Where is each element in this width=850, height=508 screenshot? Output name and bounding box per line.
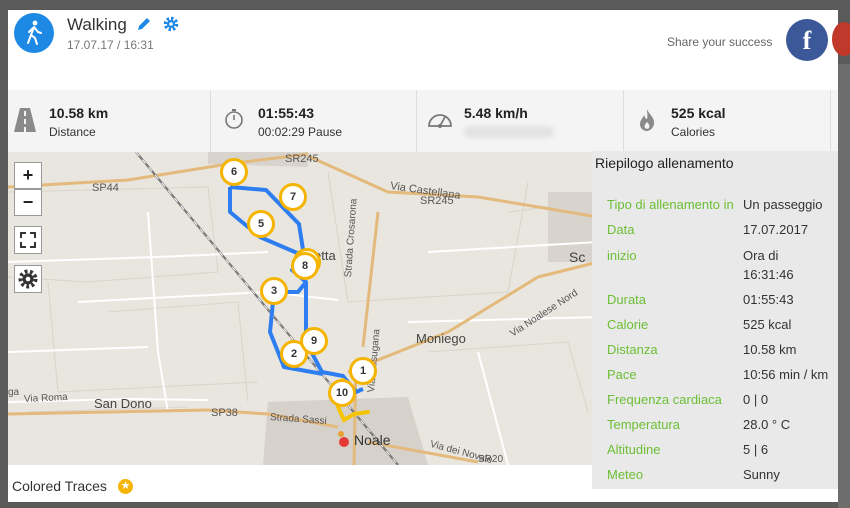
- summary-title: Riepilogo allenamento: [595, 155, 734, 171]
- summary-value: 28.0 ° C: [743, 417, 791, 432]
- route-marker-5[interactable]: 5: [247, 210, 275, 238]
- stat-calories: 525 kcal Calories: [623, 90, 831, 152]
- map-settings-gear-icon[interactable]: [14, 265, 42, 293]
- calories-value: 525 kcal: [671, 105, 726, 121]
- summary-key: Durata: [607, 292, 647, 307]
- zoom-in-button[interactable]: +: [14, 162, 42, 189]
- summary-value: Un passeggio: [743, 197, 823, 212]
- speedometer-icon: [427, 110, 453, 133]
- workout-card: Walking 17.07.17 / 16:31 Share your succ…: [8, 10, 838, 502]
- distance-label: Distance: [49, 125, 96, 139]
- route-marker-8[interactable]: 8: [291, 252, 319, 280]
- map-label-sp44: SP44: [92, 182, 119, 194]
- facebook-share-button[interactable]: f: [786, 19, 828, 61]
- walking-icon: [14, 13, 54, 53]
- route-marker-10[interactable]: 10: [328, 379, 356, 407]
- map-label-sp38: SP38: [211, 407, 238, 419]
- stopwatch-icon: [224, 108, 244, 135]
- summary-value: 10.58 km: [743, 342, 797, 357]
- route-marker-6[interactable]: 6: [220, 158, 248, 186]
- speed-value: 5.48 km/h: [464, 105, 528, 121]
- window-scrollbar[interactable]: [838, 64, 850, 508]
- blurred-speed-label: [464, 126, 554, 138]
- summary-value: 10:56 min / km: [743, 367, 829, 382]
- premium-star-icon: ★: [118, 479, 133, 494]
- map-label-noale: Noale: [354, 432, 391, 448]
- summary-key: Altitudine: [607, 442, 661, 457]
- partial-red-circle-icon: [832, 22, 850, 56]
- distance-value: 10.58 km: [49, 105, 109, 121]
- map-label-sr245-mid: SR245: [420, 195, 454, 207]
- colored-traces-label[interactable]: Colored Traces: [12, 478, 107, 494]
- edit-pencil-icon[interactable]: [136, 16, 152, 37]
- summary-value: Sunny: [743, 467, 780, 482]
- map-label-moniego: Moniego: [416, 331, 466, 346]
- map-footer: Colored Traces ★: [8, 465, 592, 502]
- zoom-out-button[interactable]: −: [14, 189, 42, 216]
- map-label-via-roma: Via Roma: [23, 391, 68, 406]
- pause-label: 00:02:29 Pause: [258, 125, 343, 139]
- route-marker-1[interactable]: 1: [349, 357, 377, 385]
- map-label-sr245-top: SR245: [285, 153, 319, 165]
- stats-bar: 10.58 km Distance 01:55:43 00:02:29 Paus…: [8, 90, 838, 152]
- fullscreen-icon[interactable]: [14, 226, 42, 254]
- summary-key: Meteo: [607, 467, 644, 482]
- settings-gear-icon[interactable]: [162, 15, 180, 38]
- summary-value: 5 | 6: [743, 442, 769, 457]
- activity-title: Walking: [67, 15, 127, 34]
- summary-key: Temperatura: [607, 417, 680, 432]
- summary-value: 0 | 0: [743, 392, 769, 407]
- flame-icon: [638, 108, 656, 137]
- map-label-sc: Sc: [569, 249, 586, 265]
- stat-duration: 01:55:43 00:02:29 Pause: [210, 90, 417, 152]
- activity-datetime: 17.07.17 / 16:31: [67, 38, 154, 52]
- map-label-ga: ga: [8, 387, 20, 398]
- calories-label: Calories: [671, 125, 716, 139]
- activity-header: Walking 17.07.17 / 16:31 Share your succ…: [8, 10, 838, 74]
- summary-key: Frequenza cardiaca: [607, 392, 722, 407]
- summary-key: Data: [607, 222, 635, 237]
- road-icon: [14, 108, 36, 137]
- share-text: Share your success: [667, 35, 773, 49]
- workout-summary-panel: Riepilogo allenamento Tipo di allenament…: [592, 151, 838, 489]
- summary-value: 17.07.2017: [743, 222, 809, 237]
- summary-value: 525 kcal: [743, 317, 792, 332]
- map-label-sr20: SR20: [478, 454, 504, 465]
- stat-distance: 10.58 km Distance: [8, 90, 211, 152]
- summary-value: 01:55:43: [743, 292, 794, 307]
- summary-value: Ora di 16:31:46: [743, 248, 794, 282]
- summary-key: Pace: [607, 367, 637, 382]
- route-marker-9[interactable]: 9: [300, 327, 328, 355]
- summary-key: inizio: [607, 248, 637, 263]
- summary-key: Calorie: [607, 317, 649, 332]
- summary-key: Distanza: [607, 342, 658, 357]
- route-marker-7[interactable]: 7: [279, 183, 307, 211]
- route-marker-3[interactable]: 3: [260, 277, 288, 305]
- map-label-san-dono: San Dono: [94, 396, 152, 411]
- stat-speed: 5.48 km/h: [416, 90, 624, 152]
- summary-key: Tipo di allenamento in: [607, 197, 734, 212]
- duration-value: 01:55:43: [258, 105, 315, 121]
